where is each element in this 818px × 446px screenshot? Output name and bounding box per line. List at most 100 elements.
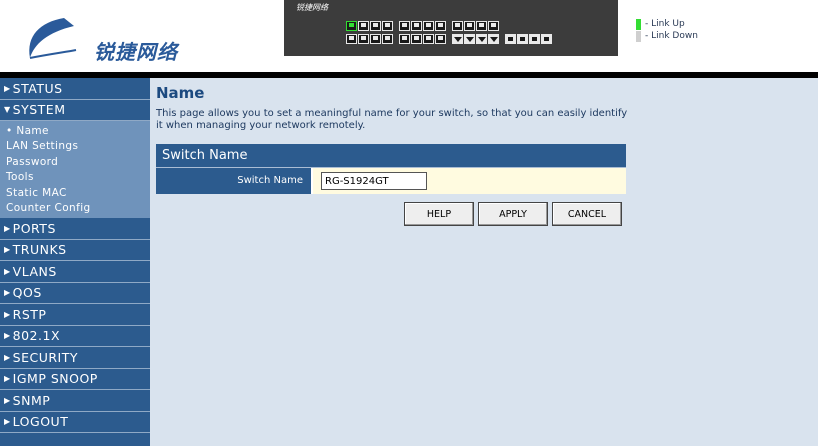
cancel-button[interactable]: CANCEL	[552, 202, 622, 226]
legend-link-down-label: - Link Down	[645, 31, 698, 41]
sidebar-item-label: SECURITY	[12, 349, 79, 365]
header: 锐捷网络 锐捷网络 - Link Up - Link Down	[0, 0, 818, 72]
port-group	[399, 21, 446, 31]
sidebar-item-8021x[interactable]: ▶ 802.1X	[0, 326, 150, 347]
chevron-down-icon: ▼	[4, 105, 11, 115]
sidebar-item-trunks[interactable]: ▶ TRUNKS	[0, 240, 150, 261]
chevron-right-icon: ▶	[4, 223, 11, 233]
port-icon[interactable]	[423, 34, 434, 44]
gbic-port-group	[505, 34, 552, 44]
port-icon[interactable]	[399, 21, 410, 31]
link-down-swatch-icon	[636, 30, 641, 42]
brand-logo: 锐捷网络	[20, 14, 190, 64]
port-icon[interactable]	[399, 34, 410, 44]
legend-link-up-label: - Link Up	[645, 19, 685, 29]
submenu-item-label: Static MAC	[6, 186, 67, 199]
submenu-item-password[interactable]: Password	[6, 154, 150, 170]
port-icon[interactable]	[464, 34, 475, 44]
switch-name-label: Switch Name	[156, 168, 313, 194]
help-button[interactable]: HELP	[404, 202, 474, 226]
submenu-item-label: Password	[6, 155, 59, 168]
port-icon[interactable]	[488, 34, 499, 44]
chevron-right-icon: ▶	[4, 352, 11, 362]
sidebar-item-security[interactable]: ▶ SECURITY	[0, 347, 150, 369]
chevron-right-icon: ▶	[4, 331, 11, 341]
port-group	[399, 34, 446, 44]
port-icon[interactable]	[476, 34, 487, 44]
page-title: Name	[156, 84, 205, 102]
sidebar-item-igmp-snoop[interactable]: ▶ IGMP SNOOP	[0, 369, 150, 390]
sidebar-item-label: SNMP	[12, 392, 51, 408]
sidebar-item-vlans[interactable]: ▶ VLANS	[0, 261, 150, 283]
apply-button[interactable]: APPLY	[478, 202, 548, 226]
chevron-right-icon: ▶	[4, 417, 11, 427]
sidebar-item-label: VLANS	[12, 263, 57, 279]
chevron-right-icon: ▶	[4, 309, 11, 319]
chevron-right-icon: ▶	[4, 245, 11, 255]
submenu-item-label: Tools	[6, 171, 34, 184]
submenu-item-tools[interactable]: Tools	[6, 170, 150, 186]
port-icon[interactable]	[382, 34, 393, 44]
port-icon[interactable]	[476, 21, 487, 31]
chevron-right-icon: ▶	[4, 288, 11, 298]
sidebar-item-system[interactable]: ▼ SYSTEM	[0, 100, 150, 121]
sidebar-item-label: 802.1X	[12, 328, 61, 344]
port-row-top	[346, 21, 503, 31]
gbic-port-icon[interactable]	[517, 34, 528, 44]
port-icon[interactable]	[452, 21, 463, 31]
legend-link-up: - Link Up	[636, 18, 698, 30]
switch-name-row: Switch Name	[156, 168, 626, 194]
chevron-right-icon: ▶	[4, 374, 11, 384]
port-icon[interactable]	[370, 34, 381, 44]
sidebar-item-label: STATUS	[12, 80, 63, 96]
sidebar-item-logout[interactable]: ▶ LOGOUT	[0, 412, 150, 433]
port-icon[interactable]	[411, 21, 422, 31]
port-icon[interactable]	[464, 21, 475, 31]
section-header: Switch Name	[156, 144, 626, 168]
sidebar-item-status[interactable]: ▶ STATUS	[0, 78, 150, 100]
system-submenu: • Name LAN Settings Password Tools Stati…	[0, 121, 150, 218]
gbic-port-icon[interactable]	[541, 34, 552, 44]
submenu-item-static-mac[interactable]: Static MAC	[6, 185, 150, 201]
port-group	[346, 34, 393, 44]
sidebar-item-ports[interactable]: ▶ PORTS	[0, 218, 150, 240]
sidebar-item-label: LOGOUT	[12, 414, 69, 430]
port-icon[interactable]	[488, 21, 499, 31]
port-icon[interactable]	[423, 21, 434, 31]
page-description: This page allows you to set a meaningful…	[156, 108, 628, 131]
port-icon[interactable]	[411, 34, 422, 44]
sidebar-item-snmp[interactable]: ▶ SNMP	[0, 390, 150, 412]
sidebar-item-label: PORTS	[12, 220, 56, 236]
port-icon[interactable]	[382, 21, 393, 31]
port-icon[interactable]	[435, 21, 446, 31]
link-up-swatch-icon	[636, 18, 641, 30]
switch-name-input[interactable]	[321, 172, 427, 190]
port-icon[interactable]	[435, 34, 446, 44]
port-icon[interactable]	[452, 34, 463, 44]
chevron-right-icon: ▶	[4, 395, 11, 405]
port-group	[346, 21, 393, 31]
sidebar-item-rstp[interactable]: ▶ RSTP	[0, 304, 150, 326]
submenu-item-label: • Name	[6, 124, 49, 137]
sidebar-item-label: SYSTEM	[12, 102, 66, 118]
port-icon[interactable]	[370, 21, 381, 31]
submenu-item-label: Counter Config	[6, 202, 91, 215]
device-brand-label: 锐捷网络	[296, 3, 328, 12]
sidebar-item-qos[interactable]: ▶ QOS	[0, 283, 150, 304]
main-content: Name This page allows you to set a meani…	[156, 84, 627, 226]
submenu-item-counter-config[interactable]: Counter Config	[6, 201, 150, 217]
gbic-port-icon[interactable]	[505, 34, 516, 44]
submenu-item-name[interactable]: • Name	[6, 123, 150, 139]
port-group	[452, 21, 499, 31]
gbic-port-icon[interactable]	[529, 34, 540, 44]
sidebar-item-label: TRUNKS	[12, 242, 67, 258]
submenu-item-label: LAN Settings	[6, 140, 79, 153]
switch-front-panel: 锐捷网络	[284, 0, 618, 56]
port-icon[interactable]	[358, 34, 369, 44]
submenu-item-lan-settings[interactable]: LAN Settings	[6, 139, 150, 155]
port-icon[interactable]	[346, 34, 357, 44]
chevron-right-icon: ▶	[4, 266, 11, 276]
logo-text: 锐捷网络	[94, 40, 178, 64]
port-icon[interactable]	[346, 21, 357, 31]
port-icon[interactable]	[358, 21, 369, 31]
